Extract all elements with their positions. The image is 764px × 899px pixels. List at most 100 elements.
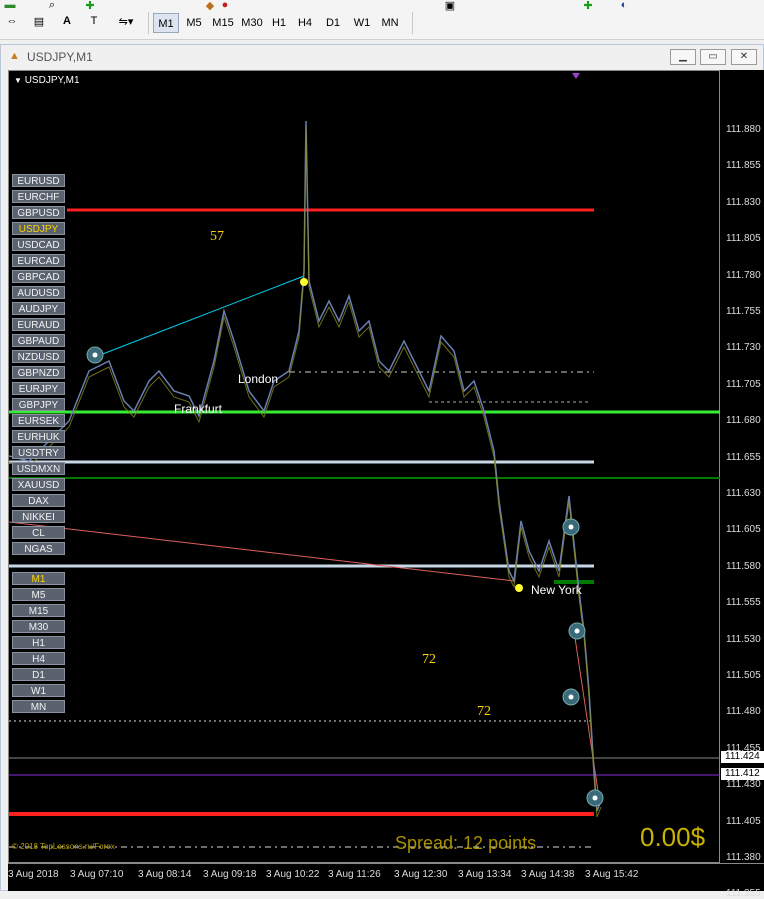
symbol-button[interactable]: EURCHF <box>12 190 65 203</box>
timeframe-button[interactable]: H1 <box>12 636 65 649</box>
session-label: Frankfurt <box>174 402 223 416</box>
symbol-button[interactable]: DAX <box>12 494 65 507</box>
add-icon[interactable]: ✚ <box>578 0 598 12</box>
symbol-button[interactable]: EURSEK <box>12 414 65 427</box>
symbol-button[interactable]: CL <box>12 526 65 539</box>
time-tick: 3 Aug 13:34 <box>458 869 512 880</box>
symbol-button[interactable]: EURCAD <box>12 254 65 267</box>
symbol-button[interactable]: USDTRY <box>12 446 65 459</box>
profit-label: 0.00$ <box>640 822 706 852</box>
timeframe-button[interactable]: M30 <box>12 620 65 633</box>
price-tick: 111.705 <box>726 378 761 390</box>
price-tick: 111.830 <box>726 196 761 208</box>
close-button[interactable]: ✕ <box>731 49 757 65</box>
symbol-button[interactable]: GBPCAD <box>12 270 65 283</box>
tab-h4[interactable]: H4 <box>293 13 317 33</box>
annotation-number: 57 <box>210 229 224 244</box>
price-tick: 111.880 <box>726 124 761 135</box>
time-tick: 3 Aug 07:10 <box>70 869 124 880</box>
timeframe-button[interactable]: M5 <box>12 588 65 601</box>
window-title: USDJPY,M1 <box>27 50 93 64</box>
tab-mn[interactable]: MN <box>377 13 403 33</box>
symbol-button[interactable]: NZDUSD <box>12 350 65 363</box>
tab-m30[interactable]: M30 <box>238 13 266 33</box>
tab-w1[interactable]: W1 <box>349 13 375 33</box>
time-tick: 3 Aug 2018 <box>8 869 59 880</box>
annotation-number: 72 <box>422 652 436 667</box>
tab-m1[interactable]: M1 <box>153 13 179 33</box>
price-tick: 111.730 <box>726 342 761 354</box>
timeframe-button[interactable]: H4 <box>12 652 65 665</box>
minimize-button[interactable]: ▁ <box>670 49 696 65</box>
font-size-icon[interactable]: ▤ <box>28 10 50 32</box>
price-tick: 111.630 <box>726 488 761 499</box>
signal-marker-dot <box>568 524 574 530</box>
circle-icon[interactable]: ◐ <box>614 0 634 11</box>
price-chart[interactable] <box>8 70 721 864</box>
symbol-button[interactable]: EURHUK <box>12 430 65 443</box>
text-icon[interactable]: A <box>58 10 76 32</box>
symbol-button[interactable]: USDJPY <box>12 222 65 235</box>
price-tick: 111.680 <box>726 415 761 427</box>
scroll-marker-icon <box>572 73 580 79</box>
signal-marker-dot <box>568 694 574 700</box>
time-tick: 3 Aug 09:18 <box>203 869 257 880</box>
price-tick: 111.355 <box>726 888 761 899</box>
symbol-button[interactable]: EURJPY <box>12 382 65 395</box>
trend-line <box>9 521 515 582</box>
tab-h1[interactable]: H1 <box>267 13 291 33</box>
price-tick: 111.780 <box>726 269 761 281</box>
tab-m5[interactable]: M5 <box>181 13 207 33</box>
symbol-button[interactable]: GBPUSD <box>12 206 65 219</box>
main-toolbar: ▬ ✚ ⌕ ⇔ ▤ A T ⇋▾ M1 M5 M15 M30 H1 H4 D1 … <box>0 0 764 40</box>
symbol-button[interactable]: GBPAUD <box>12 334 65 347</box>
signal-marker-dot <box>574 628 580 634</box>
search-icon[interactable]: ⌕ <box>42 0 62 11</box>
timeframe-button[interactable]: W1 <box>12 684 65 697</box>
maximize-button[interactable]: ▭ <box>700 49 726 65</box>
time-tick: 3 Aug 14:38 <box>521 869 575 880</box>
time-tick: 3 Aug 12:30 <box>394 869 448 880</box>
new-order-icon[interactable]: ✚ <box>80 0 100 12</box>
line-icon[interactable]: ▣ <box>440 0 460 12</box>
price-tick: 111.430 <box>726 779 761 791</box>
chart-canvas[interactable] <box>9 71 721 864</box>
symbol-button[interactable]: USDMXN <box>12 462 65 475</box>
ask-price-badge: 111.424 <box>721 751 764 763</box>
symbol-button[interactable]: NGAS <box>12 542 65 555</box>
objects-icon[interactable]: T <box>84 10 104 32</box>
timeframe-button[interactable]: M15 <box>12 604 65 617</box>
timeframe-button[interactable]: M1 <box>12 572 65 585</box>
price-tick: 111.380 <box>726 852 761 863</box>
price-tick: 111.480 <box>726 706 761 718</box>
zoom-icon[interactable]: ⇔ <box>2 10 22 32</box>
tab-m15[interactable]: M15 <box>209 13 237 33</box>
pivot-marker <box>300 278 308 286</box>
price-tick: 111.605 <box>726 524 761 536</box>
spread-label: Spread: 12 points <box>395 833 537 853</box>
price-tick: 111.580 <box>726 560 761 572</box>
price-tick: 111.805 <box>726 233 761 245</box>
price-tick: 111.555 <box>726 597 761 609</box>
symbol-button[interactable]: GBPNZD <box>12 366 65 379</box>
price-tick: 111.505 <box>726 670 761 681</box>
tab-d1[interactable]: D1 <box>321 13 345 33</box>
color-icon[interactable]: ● <box>215 0 235 11</box>
price-tick: 111.855 <box>726 160 761 172</box>
symbol-button[interactable]: USDCAD <box>12 238 65 251</box>
time-tick: 3 Aug 11:26 <box>328 869 381 880</box>
signal-marker-dot <box>92 352 98 358</box>
symbol-button[interactable]: AUDJPY <box>12 302 65 315</box>
symbol-button[interactable]: EURUSD <box>12 174 65 187</box>
timeframe-button[interactable]: D1 <box>12 668 65 681</box>
objects-dropdown-icon[interactable]: ⇋▾ <box>112 10 140 32</box>
window-titlebar: ▲ USDJPY,M1 ▁ ▭ ✕ <box>1 45 763 69</box>
new-order-icon[interactable]: ▬ <box>0 0 20 11</box>
symbol-button[interactable]: NIKKEI <box>12 510 65 523</box>
symbol-button[interactable]: EURAUD <box>12 318 65 331</box>
symbol-button[interactable]: XAUUSD <box>12 478 65 491</box>
symbol-button[interactable]: GBPJPY <box>12 398 65 411</box>
symbol-button[interactable]: AUDUSD <box>12 286 65 299</box>
timeframe-button[interactable]: MN <box>12 700 65 713</box>
moving-average-line <box>9 126 602 818</box>
